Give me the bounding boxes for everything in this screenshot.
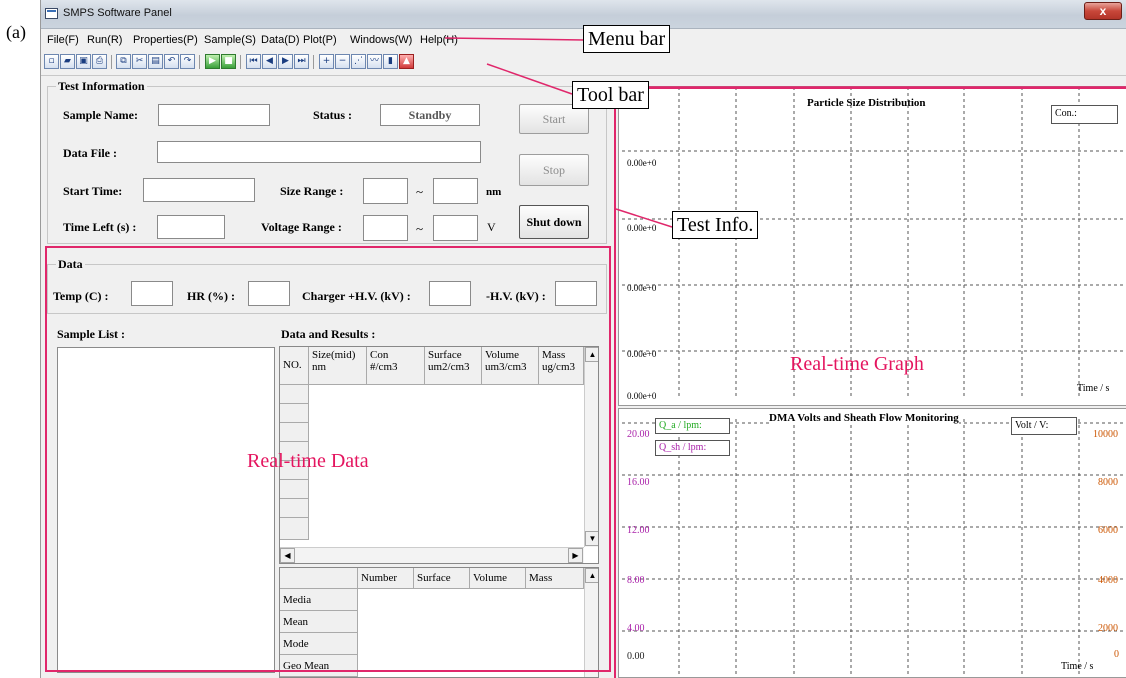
tool-bar-callout: Tool bar [572,81,649,109]
realtime-data-caption: Real-time Data [247,450,369,472]
realtime-graph-caption: Real-time Graph [790,353,924,375]
test-info-callout: Test Info. [672,211,759,239]
annotation-lines [444,37,1126,228]
menu-bar-callout: Menu bar [583,25,671,53]
